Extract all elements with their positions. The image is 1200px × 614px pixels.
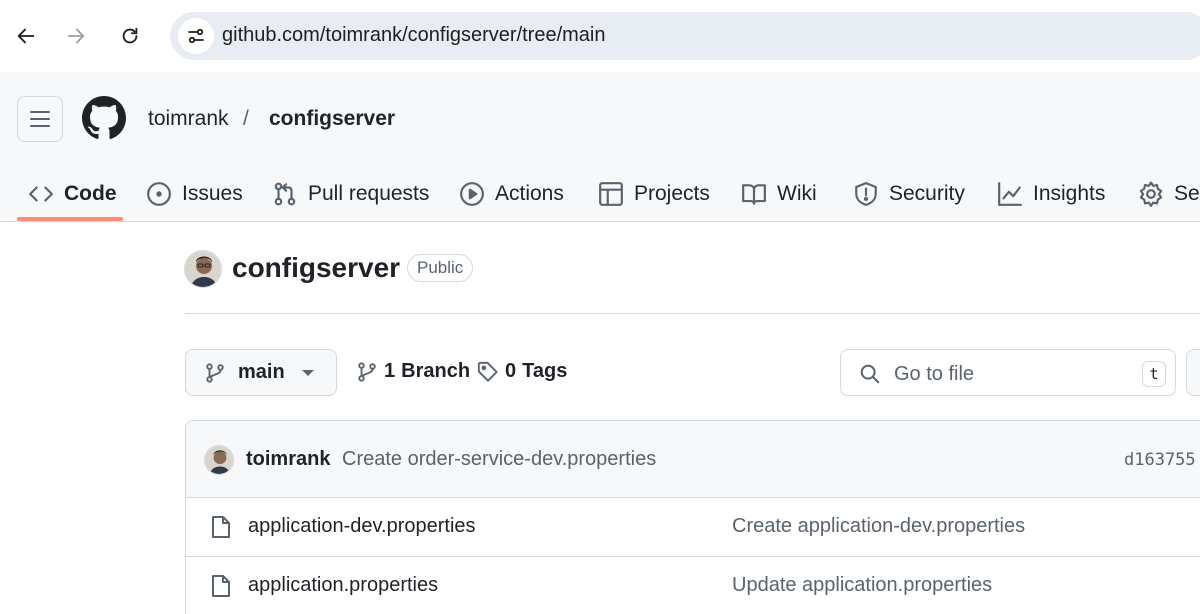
tab-insights-label: Insights [1033, 182, 1106, 205]
avatar-image [205, 446, 233, 474]
menu-button[interactable] [17, 96, 63, 142]
branch-count: 1 [384, 360, 396, 382]
avatar-image [185, 251, 221, 287]
repo-name[interactable]: configserver [232, 252, 400, 284]
tab-security-label: Security [889, 182, 965, 205]
play-icon [460, 182, 484, 206]
repo-header: toimrank / configserver Code Issues Pull… [0, 72, 1200, 222]
tab-pull-requests[interactable]: Pull requests [272, 166, 429, 222]
file-icon [212, 575, 230, 597]
file-name[interactable]: application.properties [248, 574, 438, 597]
code-icon [29, 186, 53, 202]
shield-icon [855, 182, 877, 206]
tab-code-label: Code [64, 182, 117, 205]
address-bar[interactable]: github.com/toimrank/configserver/tree/ma… [170, 12, 1200, 60]
tag-count: 0 [505, 360, 517, 382]
tab-actions-label: Actions [495, 182, 564, 205]
tab-settings[interactable]: Se [1138, 166, 1200, 222]
tab-issues[interactable]: Issues [146, 166, 243, 222]
hamburger-icon [30, 111, 50, 127]
tab-pull-requests-label: Pull requests [308, 182, 430, 205]
branch-name: main [238, 361, 285, 383]
site-info-button[interactable] [178, 18, 214, 54]
commit-author-avatar[interactable] [204, 445, 234, 475]
file-row[interactable]: application.properties Update applicatio… [186, 557, 1200, 614]
tab-wiki[interactable]: Wiki [741, 166, 817, 222]
go-to-file-input[interactable]: Go to file t [840, 349, 1176, 396]
tag-label: Tags [522, 360, 568, 382]
git-branch-icon [206, 362, 224, 383]
tab-issues-label: Issues [182, 182, 243, 205]
github-logo-icon[interactable] [82, 96, 126, 140]
back-arrow-icon [17, 28, 35, 44]
tab-projects-label: Projects [634, 182, 710, 205]
file-row[interactable]: application-dev.properties Create applic… [186, 498, 1200, 557]
tab-security[interactable]: Security [853, 166, 965, 222]
file-last-commit[interactable]: Create application-dev.properties [732, 515, 1025, 538]
keyboard-shortcut-hint: t [1142, 361, 1166, 387]
forward-button[interactable] [58, 18, 94, 54]
active-tab-underline [17, 217, 123, 221]
breadcrumb-repo[interactable]: configserver [269, 107, 395, 131]
tags-link[interactable]: 0 Tags [477, 360, 567, 383]
url-text: github.com/toimrank/configserver/tree/ma… [222, 24, 606, 46]
git-branch-icon [358, 361, 376, 382]
branch-selector[interactable]: main [185, 349, 337, 396]
branches-link[interactable]: 1 Branch [356, 360, 470, 383]
tab-actions[interactable]: Actions [459, 166, 564, 222]
back-button[interactable] [8, 18, 44, 54]
tab-code[interactable]: Code [28, 166, 117, 222]
breadcrumb-separator: / [243, 107, 249, 130]
tag-icon [477, 361, 498, 382]
commit-sha[interactable]: d163755 · [1124, 450, 1200, 470]
title-divider [185, 313, 1200, 314]
reload-icon [122, 27, 138, 44]
tab-wiki-label: Wiki [777, 182, 817, 205]
branch-label: Branch [401, 360, 471, 382]
latest-commit-row: toimrank Create order-service-dev.proper… [186, 421, 1200, 498]
file-browser: toimrank Create order-service-dev.proper… [185, 420, 1200, 614]
repo-tabs: Code Issues Pull requests Actions Projec… [0, 166, 1200, 222]
forward-arrow-icon [67, 28, 85, 44]
graph-icon [998, 182, 1022, 206]
file-icon [212, 516, 230, 538]
tab-projects[interactable]: Projects [598, 166, 710, 222]
book-icon [742, 184, 766, 205]
breadcrumb-owner[interactable]: toimrank [148, 107, 229, 131]
site-info-icon [188, 28, 204, 44]
tab-insights[interactable]: Insights [997, 166, 1105, 222]
pull-request-icon [274, 182, 296, 206]
commit-message[interactable]: Create order-service-dev.properties [342, 448, 656, 471]
file-name[interactable]: application-dev.properties [248, 515, 476, 538]
add-file-button[interactable] [1186, 349, 1200, 396]
browser-toolbar: github.com/toimrank/configserver/tree/ma… [0, 0, 1200, 72]
owner-avatar[interactable] [184, 250, 222, 288]
file-last-commit[interactable]: Update application.properties [732, 574, 992, 597]
tab-settings-label: Se [1174, 182, 1200, 205]
go-to-file-placeholder: Go to file [894, 363, 975, 385]
chevron-down-icon [302, 370, 314, 376]
search-icon [860, 364, 880, 384]
gear-icon [1139, 181, 1163, 207]
commit-author[interactable]: toimrank [246, 448, 330, 471]
visibility-badge: Public [407, 254, 474, 282]
table-icon [599, 182, 623, 206]
reload-button[interactable] [112, 18, 148, 54]
issue-icon [147, 182, 171, 206]
